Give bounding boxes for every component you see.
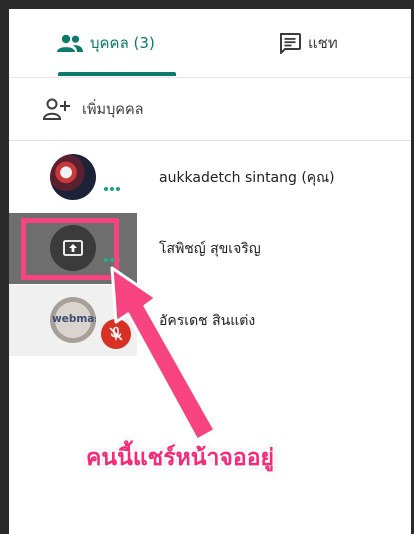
participant-name: aukkadetch sintang (คุณ) bbox=[159, 169, 335, 186]
tab-chat-label: แชท bbox=[308, 34, 338, 52]
participant-name: อัครเดช สินแต่ง bbox=[159, 312, 256, 329]
active-tab-indicator bbox=[58, 72, 176, 76]
people-icon bbox=[57, 34, 83, 52]
participant-name: โสพิชญ์ สุขเจริญ bbox=[159, 240, 261, 257]
tab-chat[interactable]: แชท bbox=[279, 9, 338, 77]
tab-people-label: บุคคล (3) bbox=[90, 34, 155, 52]
avatar-text: webmaster bbox=[52, 313, 96, 325]
add-person-icon bbox=[43, 98, 70, 120]
annotation-caption: คนนี้แชร์หน้าจออยู่ bbox=[86, 445, 274, 471]
participant-thumbnail bbox=[9, 142, 137, 213]
avatar: webmaster bbox=[50, 297, 96, 343]
add-people-button[interactable]: เพิ่มบุคคล bbox=[9, 78, 411, 141]
participant-row[interactable]: webmaster อัครเดช สินแต่ง bbox=[9, 285, 411, 356]
add-people-label: เพิ่มบุคคล bbox=[82, 101, 144, 118]
mic-off-icon bbox=[101, 319, 131, 349]
panel-tabs: บุคคล (3) แชท bbox=[9, 9, 411, 78]
speaking-dots-icon bbox=[104, 187, 120, 191]
presenter-highlight-box bbox=[21, 218, 119, 280]
participant-row[interactable]: aukkadetch sintang (คุณ) bbox=[9, 142, 411, 213]
chat-icon bbox=[280, 32, 301, 54]
avatar bbox=[50, 154, 96, 200]
tab-people[interactable]: บุคคล (3) bbox=[57, 9, 155, 77]
participant-thumbnail: webmaster bbox=[9, 285, 137, 356]
